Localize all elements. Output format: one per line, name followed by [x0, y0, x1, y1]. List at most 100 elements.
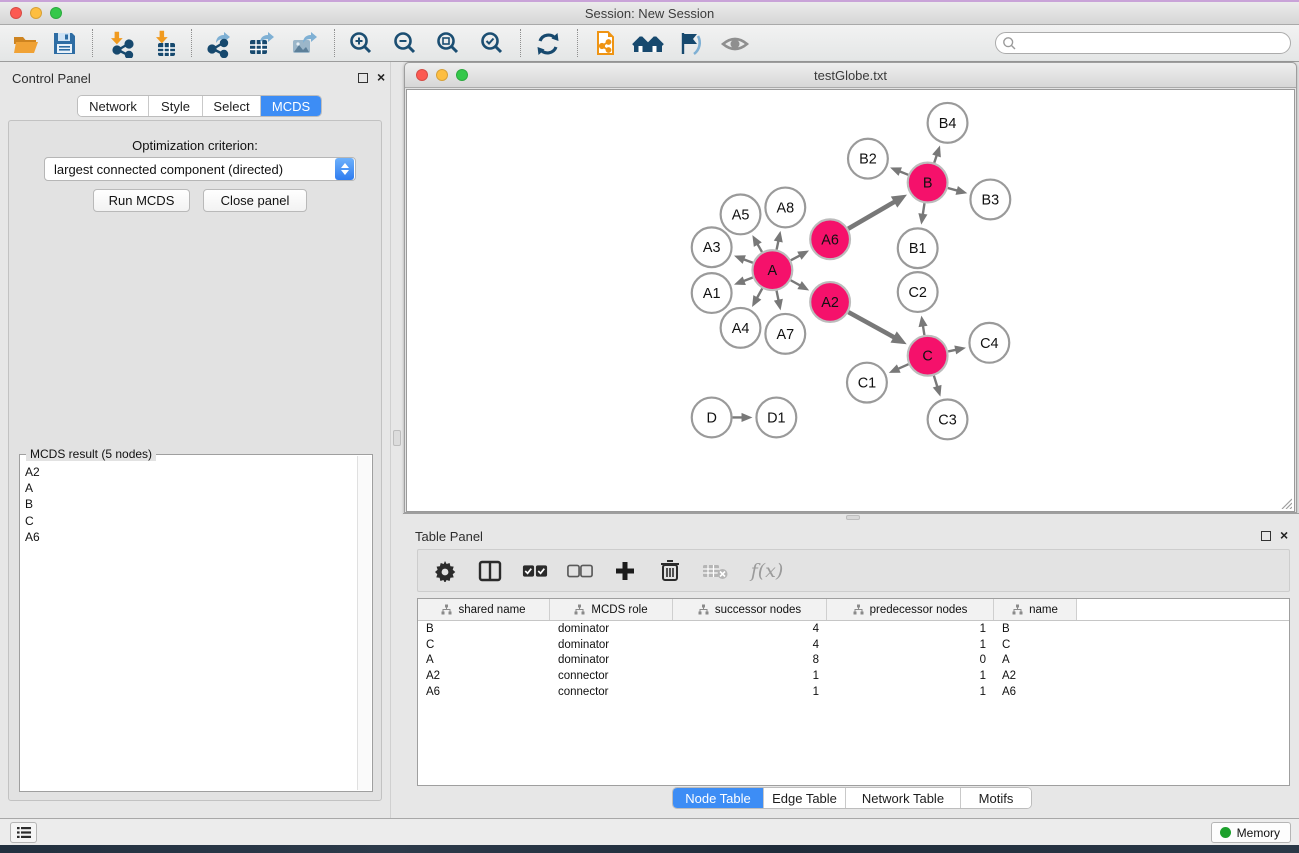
- tab-select[interactable]: Select: [203, 96, 261, 116]
- select-all-columns-button[interactable]: [522, 558, 548, 584]
- import-network-button[interactable]: [103, 27, 141, 60]
- graph-node[interactable]: B2: [848, 139, 888, 179]
- graph-node[interactable]: D1: [756, 398, 796, 438]
- export-network-button[interactable]: [199, 27, 237, 60]
- add-column-button[interactable]: [612, 558, 638, 584]
- float-panel-icon[interactable]: [358, 73, 368, 83]
- close-panel-icon[interactable]: ×: [377, 68, 385, 86]
- function-builder-button[interactable]: f(x): [747, 558, 787, 584]
- open-session-button[interactable]: [7, 27, 45, 60]
- tab-network-table[interactable]: Network Table: [846, 788, 961, 808]
- table-settings-button[interactable]: [432, 558, 458, 584]
- graph-node[interactable]: B4: [928, 103, 968, 143]
- graph-node[interactable]: D: [692, 398, 732, 438]
- graph-edge[interactable]: [889, 364, 909, 373]
- close-panel-icon[interactable]: ×: [1280, 526, 1288, 544]
- network-canvas[interactable]: A A1 A2 A3 A4 A5 A6 A7 A8 B B1 B2 B3B4 C C1 C2 C3C4 D D1: [406, 89, 1295, 512]
- graph-node[interactable]: A7: [765, 314, 805, 354]
- table-row[interactable]: A6connector11A6: [418, 684, 1289, 700]
- new-network-from-selection-button[interactable]: [586, 27, 624, 60]
- zoom-out-button[interactable]: [386, 27, 424, 60]
- graph-node[interactable]: A6: [810, 219, 850, 259]
- graph-edge[interactable]: [774, 291, 783, 311]
- table-row[interactable]: Adominator80A: [418, 652, 1289, 668]
- tab-node-table[interactable]: Node Table: [673, 788, 764, 808]
- zoom-in-button[interactable]: [342, 27, 380, 60]
- graph-node[interactable]: C2: [898, 272, 938, 312]
- search-input[interactable]: [1017, 34, 1290, 52]
- delete-table-button[interactable]: [702, 558, 728, 584]
- graph-node[interactable]: B1: [898, 228, 938, 268]
- run-mcds-button[interactable]: Run MCDS: [93, 189, 190, 212]
- graph-node[interactable]: C4: [969, 323, 1009, 363]
- graph-node[interactable]: B: [908, 163, 948, 203]
- graph-edge[interactable]: [933, 376, 942, 397]
- result-scrollbar[interactable]: [357, 456, 371, 790]
- graph-edge[interactable]: [733, 413, 753, 422]
- unselect-all-columns-button[interactable]: [567, 558, 593, 584]
- zoom-selected-button[interactable]: [473, 27, 511, 60]
- table-splitter[interactable]: [403, 513, 1299, 520]
- optimization-criterion-dropdown[interactable]: largest connected component (directed): [44, 157, 356, 181]
- column-header-predecessor-nodes[interactable]: predecessor nodes: [827, 599, 994, 620]
- export-table-button[interactable]: [242, 27, 280, 60]
- graph-edge[interactable]: [932, 146, 941, 163]
- graph-edge[interactable]: [734, 276, 753, 285]
- graph-edge[interactable]: [752, 235, 762, 252]
- toolbar-separator: [577, 29, 578, 57]
- graph-edge[interactable]: [919, 316, 928, 335]
- splitter-grip[interactable]: [393, 430, 401, 446]
- graph-node[interactable]: A4: [721, 308, 761, 348]
- graph-edge[interactable]: [774, 231, 783, 250]
- panel-splitter[interactable]: [390, 62, 403, 818]
- graph-node[interactable]: A2: [810, 282, 850, 322]
- column-header-MCDS-role[interactable]: MCDS role: [550, 599, 673, 620]
- delete-columns-button[interactable]: [657, 558, 683, 584]
- graph-edge[interactable]: [918, 203, 927, 224]
- column-header-successor-nodes[interactable]: successor nodes: [673, 599, 827, 620]
- graph-node[interactable]: A: [752, 250, 792, 290]
- save-session-button[interactable]: [45, 27, 83, 60]
- graph-edge[interactable]: [948, 345, 966, 354]
- graph-node[interactable]: C: [908, 336, 948, 376]
- graph-node[interactable]: C3: [928, 400, 968, 440]
- graph-edge[interactable]: [734, 255, 753, 264]
- graph-edge[interactable]: [948, 186, 967, 195]
- show-all-button[interactable]: [716, 27, 754, 60]
- column-header-name[interactable]: name: [994, 599, 1077, 620]
- import-table-button[interactable]: [147, 27, 185, 60]
- tab-motifs[interactable]: Motifs: [961, 788, 1031, 808]
- graph-node[interactable]: A5: [721, 195, 761, 235]
- float-panel-icon[interactable]: [1261, 531, 1271, 541]
- close-panel-button[interactable]: Close panel: [203, 189, 307, 212]
- task-history-button[interactable]: [10, 822, 37, 843]
- apply-layout-button[interactable]: [529, 27, 567, 60]
- graph-edge[interactable]: [791, 251, 809, 261]
- graph-edge[interactable]: [848, 312, 906, 344]
- column-header-shared-name[interactable]: shared name: [418, 599, 550, 620]
- graph-edge[interactable]: [791, 280, 810, 290]
- window-resize-grip[interactable]: [1279, 496, 1292, 509]
- tab-mcds[interactable]: MCDS: [261, 96, 321, 116]
- tab-style[interactable]: Style: [149, 96, 203, 116]
- graph-node[interactable]: A8: [765, 188, 805, 228]
- tab-edge-table[interactable]: Edge Table: [764, 788, 846, 808]
- first-neighbors-button[interactable]: [629, 27, 667, 60]
- table-cell: 8: [673, 654, 827, 666]
- graph-edge[interactable]: [890, 167, 908, 176]
- graph-edge[interactable]: [752, 288, 762, 307]
- graph-edge[interactable]: [848, 195, 907, 229]
- zoom-fit-button[interactable]: [429, 27, 467, 60]
- hide-selected-button[interactable]: [671, 27, 709, 60]
- table-row[interactable]: Cdominator41C: [418, 637, 1289, 653]
- tab-network[interactable]: Network: [78, 96, 149, 116]
- graph-node[interactable]: C1: [847, 363, 887, 403]
- graph-node[interactable]: B3: [970, 180, 1010, 220]
- show-columns-button[interactable]: [477, 558, 503, 584]
- table-row[interactable]: Bdominator41B: [418, 621, 1289, 637]
- export-image-button[interactable]: [285, 27, 323, 60]
- graph-node[interactable]: A3: [692, 227, 732, 267]
- memory-button[interactable]: Memory: [1211, 822, 1291, 843]
- graph-node[interactable]: A1: [692, 273, 732, 313]
- table-row[interactable]: A2connector11A2: [418, 668, 1289, 684]
